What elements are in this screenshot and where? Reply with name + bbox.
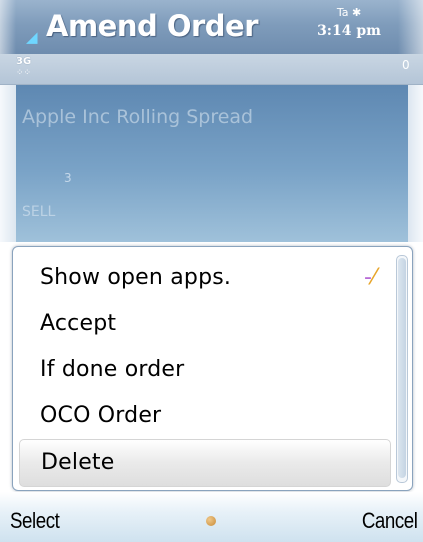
signal-strength-icon: ⁘⁘	[16, 68, 32, 78]
select-softkey[interactable]: Select	[10, 506, 60, 536]
order-details-panel: Apple Inc Rolling Spread 3 SELL	[16, 85, 408, 242]
menu-scrollbar[interactable]	[396, 255, 408, 483]
signal-row: 3G ⁘⁘ 0	[0, 54, 423, 85]
title-bar-right-gloss	[398, 0, 423, 54]
menu-item-show-open-apps[interactable]: Show open apps. -⁄	[13, 255, 391, 301]
network-type-label: 3G	[16, 56, 32, 67]
menu-item-label: Delete	[41, 450, 115, 475]
order-side: SELL	[22, 204, 56, 220]
phone-screen: ◢ Amend Order Ta ✱ 3:14 pm 3G ⁘⁘ 0 Apple…	[0, 0, 423, 542]
menu-item-if-done-order[interactable]: If done order	[13, 347, 391, 393]
order-quantity: 3	[64, 171, 72, 185]
center-key-dot-icon[interactable]	[206, 516, 216, 526]
options-menu-list: Show open apps. -⁄ Accept If done order …	[13, 255, 391, 487]
app-swoosh-icon: ◢	[26, 28, 38, 46]
window-title: Amend Order	[46, 9, 259, 43]
title-bar-left-gloss	[0, 0, 16, 54]
clock: 3:14 pm	[317, 23, 381, 39]
menu-item-label: Show open apps.	[40, 265, 232, 290]
menu-item-label: OCO Order	[40, 403, 162, 428]
menu-item-oco-order[interactable]: OCO Order	[13, 393, 391, 439]
menu-item-label: If done order	[40, 357, 185, 382]
content-left-edge	[0, 85, 16, 242]
title-bar: ◢ Amend Order Ta ✱ 3:14 pm	[0, 0, 423, 54]
content-right-edge	[408, 85, 423, 242]
battery-indicator: 0	[402, 58, 410, 72]
menu-scrollbar-thumb[interactable]	[398, 258, 406, 478]
menu-item-label: Accept	[40, 311, 117, 336]
status-indicator-icons: Ta ✱	[336, 6, 362, 19]
menu-item-delete[interactable]: Delete	[19, 439, 391, 487]
cancel-softkey[interactable]: Cancel	[361, 506, 417, 536]
options-menu: Show open apps. -⁄ Accept If done order …	[12, 246, 413, 491]
task-switcher-icon: -⁄	[363, 265, 376, 290]
order-instrument-name: Apple Inc Rolling Spread	[22, 106, 254, 128]
softkey-bar: Select Cancel	[0, 492, 423, 542]
menu-item-accept[interactable]: Accept	[13, 301, 391, 347]
